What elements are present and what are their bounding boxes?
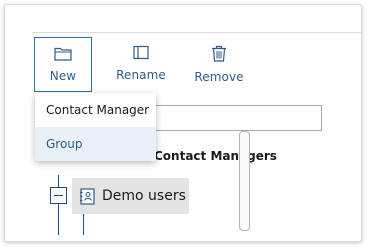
tree-node-demo-users[interactable]: Demo users (72, 178, 189, 214)
new-dropdown-menu: Contact Manager Group (35, 93, 156, 161)
new-button-label: New (49, 69, 77, 83)
remove-button[interactable]: Remove (193, 37, 245, 92)
tree-connector-line (58, 175, 59, 235)
rename-icon (133, 45, 149, 60)
tree-heading: Contact Managers (154, 149, 277, 163)
search-input[interactable] (155, 105, 322, 131)
remove-button-label: Remove (194, 70, 244, 84)
menu-item-contact-manager[interactable]: Contact Manager (35, 93, 156, 127)
trash-icon (212, 45, 226, 62)
rename-button[interactable]: Rename (113, 37, 169, 92)
app-window: New Rename Remove Contact Managers Demo … (4, 4, 362, 242)
collapse-minus-icon[interactable] (50, 187, 67, 204)
folder-icon (54, 47, 72, 61)
menu-item-group[interactable]: Group (35, 127, 156, 161)
toolbar-divider (32, 32, 361, 33)
tree-connector-line (83, 213, 84, 235)
tree-node-label: Demo users (102, 188, 186, 204)
rename-button-label: Rename (116, 68, 166, 82)
address-book-icon (80, 187, 95, 205)
new-button[interactable]: New (34, 37, 92, 92)
tree-scrollbar[interactable] (239, 131, 250, 231)
